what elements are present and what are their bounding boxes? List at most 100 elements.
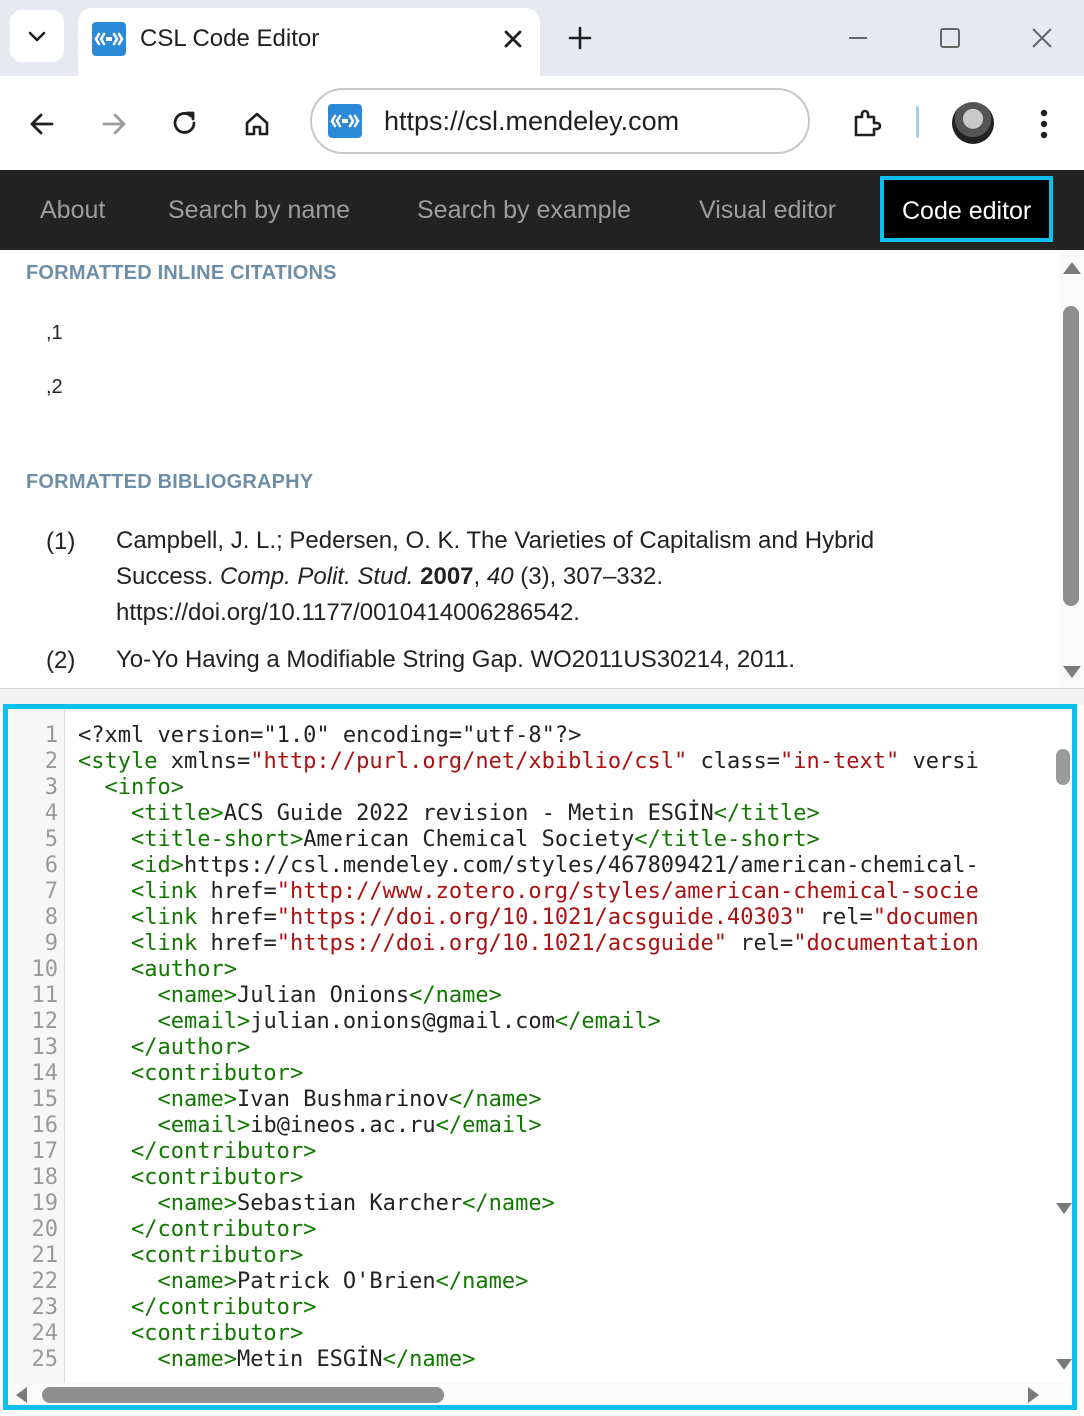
code-line[interactable]: 10 <author> (8, 957, 1048, 983)
nav-search-by-example[interactable]: Search by example (417, 170, 631, 250)
code-text[interactable]: <info> (78, 775, 184, 801)
maximize-button[interactable] (928, 18, 972, 58)
code-line[interactable]: 14 <contributor> (8, 1061, 1048, 1087)
tab-search-button[interactable] (10, 10, 64, 62)
code-text[interactable]: <?xml version="1.0" encoding="utf-8"?> (78, 723, 581, 749)
line-number: 5 (44, 827, 58, 852)
code-text[interactable]: <name>Patrick O'Brien</name> (78, 1269, 528, 1295)
forward-button[interactable] (92, 102, 136, 146)
line-number: 9 (44, 931, 58, 956)
code-text[interactable]: <title>ACS Guide 2022 revision - Metin E… (78, 801, 820, 827)
code-text[interactable]: <contributor> (78, 1061, 303, 1087)
bib-journal: Comp. Polit. Stud. (220, 563, 414, 590)
code-text[interactable]: <link href="https://doi.org/10.1021/acsg… (78, 905, 979, 931)
code-line[interactable]: 3 <info> (8, 775, 1048, 801)
line-number: 10 (31, 957, 59, 982)
line-number: 2 (44, 749, 58, 774)
code-text[interactable]: <email>ib@ineos.ac.ru</email> (78, 1113, 541, 1139)
code-line[interactable]: 16 <email>ib@ineos.ac.ru</email> (8, 1113, 1048, 1139)
close-icon (1032, 28, 1052, 48)
scroll-down-icon[interactable] (1063, 666, 1081, 678)
code-line[interactable]: 6 <id>https://csl.mendeley.com/styles/46… (8, 853, 1048, 879)
browser-toolbar: https://csl.mendeley.com (0, 76, 1084, 170)
output-scroll-thumb[interactable] (1063, 306, 1079, 606)
code-line[interactable]: 4 <title>ACS Guide 2022 revision - Metin… (8, 801, 1048, 827)
code-text[interactable]: <link href="https://doi.org/10.1021/acsg… (78, 931, 979, 957)
code-text[interactable]: <style xmlns="http://purl.org/net/xbibli… (78, 749, 979, 775)
new-tab-button[interactable] (560, 18, 600, 58)
code-text[interactable]: <id>https://csl.mendeley.com/styles/4678… (78, 853, 979, 879)
code-text[interactable]: <contributor> (78, 1321, 303, 1347)
code-text[interactable]: <email>julian.onions@gmail.com</email> (78, 1009, 660, 1035)
url-text[interactable]: https://csl.mendeley.com (384, 104, 679, 138)
code-text[interactable]: <name>Julian Onions</name> (78, 983, 501, 1009)
browser-tab[interactable]: CSL Code Editor (78, 8, 540, 76)
code-text[interactable]: <title-short>American Chemical Society</… (78, 827, 820, 853)
site-info-icon[interactable] (328, 104, 362, 138)
nav-about[interactable]: About (40, 170, 105, 250)
code-text[interactable]: <contributor> (78, 1165, 303, 1191)
code-editor[interactable]: 1 <?xml version="1.0" encoding="utf-8"?> 2… (3, 704, 1077, 1410)
inline-citations-heading: FORMATTED INLINE CITATIONS (26, 262, 337, 284)
code-line[interactable]: 24 <contributor> (8, 1321, 1048, 1347)
line-number: 19 (31, 1191, 59, 1216)
code-line[interactable]: 23 </contributor> (8, 1295, 1048, 1321)
code-line[interactable]: 9 <link href="https://doi.org/10.1021/ac… (8, 931, 1048, 957)
code-line[interactable]: 1 <?xml version="1.0" encoding="utf-8"?> (8, 723, 1048, 749)
code-text[interactable]: <author> (78, 957, 237, 983)
pane-divider[interactable] (0, 688, 1084, 705)
code-text[interactable]: <name>Metin ESGİN</name> (78, 1347, 475, 1373)
code-text[interactable]: </contributor> (78, 1295, 316, 1321)
nav-search-by-name[interactable]: Search by name (168, 170, 350, 250)
reload-button[interactable] (163, 102, 207, 146)
code-text[interactable]: <name>Sebastian Karcher</name> (78, 1191, 554, 1217)
code-line[interactable]: 11 <name>Julian Onions</name> (8, 983, 1048, 1009)
tab-close-button[interactable] (496, 22, 530, 56)
code-lines[interactable]: 1 <?xml version="1.0" encoding="utf-8"?> 2… (8, 723, 1048, 1373)
line-number: 17 (31, 1139, 59, 1164)
line-number: 6 (44, 853, 58, 878)
profile-avatar[interactable] (952, 102, 994, 144)
scroll-right-icon[interactable] (1028, 1387, 1039, 1403)
code-line[interactable]: 25 <name>Metin ESGİN</name> (8, 1347, 1048, 1373)
minimize-button[interactable] (836, 18, 880, 58)
code-line[interactable]: 7 <link href="http://www.zotero.org/styl… (8, 879, 1048, 905)
code-line[interactable]: 8 <link href="https://doi.org/10.1021/ac… (8, 905, 1048, 931)
code-line[interactable]: 18 <contributor> (8, 1165, 1048, 1191)
nav-visual-editor[interactable]: Visual editor (699, 170, 836, 250)
code-text[interactable]: </author> (78, 1035, 250, 1061)
back-button[interactable] (20, 102, 64, 146)
code-line[interactable]: 21 <contributor> (8, 1243, 1048, 1269)
scroll-up-icon[interactable] (1063, 262, 1081, 274)
code-text[interactable]: <contributor> (78, 1243, 303, 1269)
window-close-button[interactable] (1020, 18, 1064, 58)
code-text[interactable]: </contributor> (78, 1217, 316, 1243)
code-line[interactable]: 13 </author> (8, 1035, 1048, 1061)
code-line[interactable]: 2 <style xmlns="http://purl.org/net/xbibl… (8, 749, 1048, 775)
puzzle-icon (854, 109, 882, 137)
nav-code-editor[interactable]: Code editor (880, 176, 1054, 242)
code-line[interactable]: 22 <name>Patrick O'Brien</name> (8, 1269, 1048, 1295)
code-text[interactable]: <name>Ivan Bushmarinov</name> (78, 1087, 541, 1113)
scroll-left-icon[interactable] (16, 1387, 27, 1403)
tab-strip: CSL Code Editor (0, 0, 1084, 76)
bib-entry: Campbell, J. L.; Pedersen, O. K. The Var… (116, 527, 875, 626)
scroll-down-icon[interactable] (1056, 1203, 1072, 1214)
extensions-button[interactable] (844, 102, 888, 146)
line-number: 22 (31, 1269, 59, 1294)
editor-horizontal-scroll-thumb[interactable] (42, 1387, 444, 1403)
code-line[interactable]: 17 </contributor> (8, 1139, 1048, 1165)
scroll-down-icon[interactable] (1056, 1359, 1072, 1370)
code-line[interactable]: 5 <title-short>American Chemical Society… (8, 827, 1048, 853)
code-line[interactable]: 15 <name>Ivan Bushmarinov</name> (8, 1087, 1048, 1113)
address-bar[interactable]: https://csl.mendeley.com (310, 88, 810, 154)
code-line[interactable]: 20 </contributor> (8, 1217, 1048, 1243)
home-button[interactable] (235, 102, 279, 146)
code-line[interactable]: 12 <email>julian.onions@gmail.com</email… (8, 1009, 1048, 1035)
code-text[interactable]: <link href="http://www.zotero.org/styles… (78, 879, 979, 905)
code-line[interactable]: 19 <name>Sebastian Karcher</name> (8, 1191, 1048, 1217)
code-text[interactable]: </contributor> (78, 1139, 316, 1165)
line-number: 11 (31, 983, 59, 1008)
browser-menu-button[interactable] (1022, 102, 1066, 146)
editor-vertical-scroll-thumb[interactable] (1056, 749, 1070, 785)
